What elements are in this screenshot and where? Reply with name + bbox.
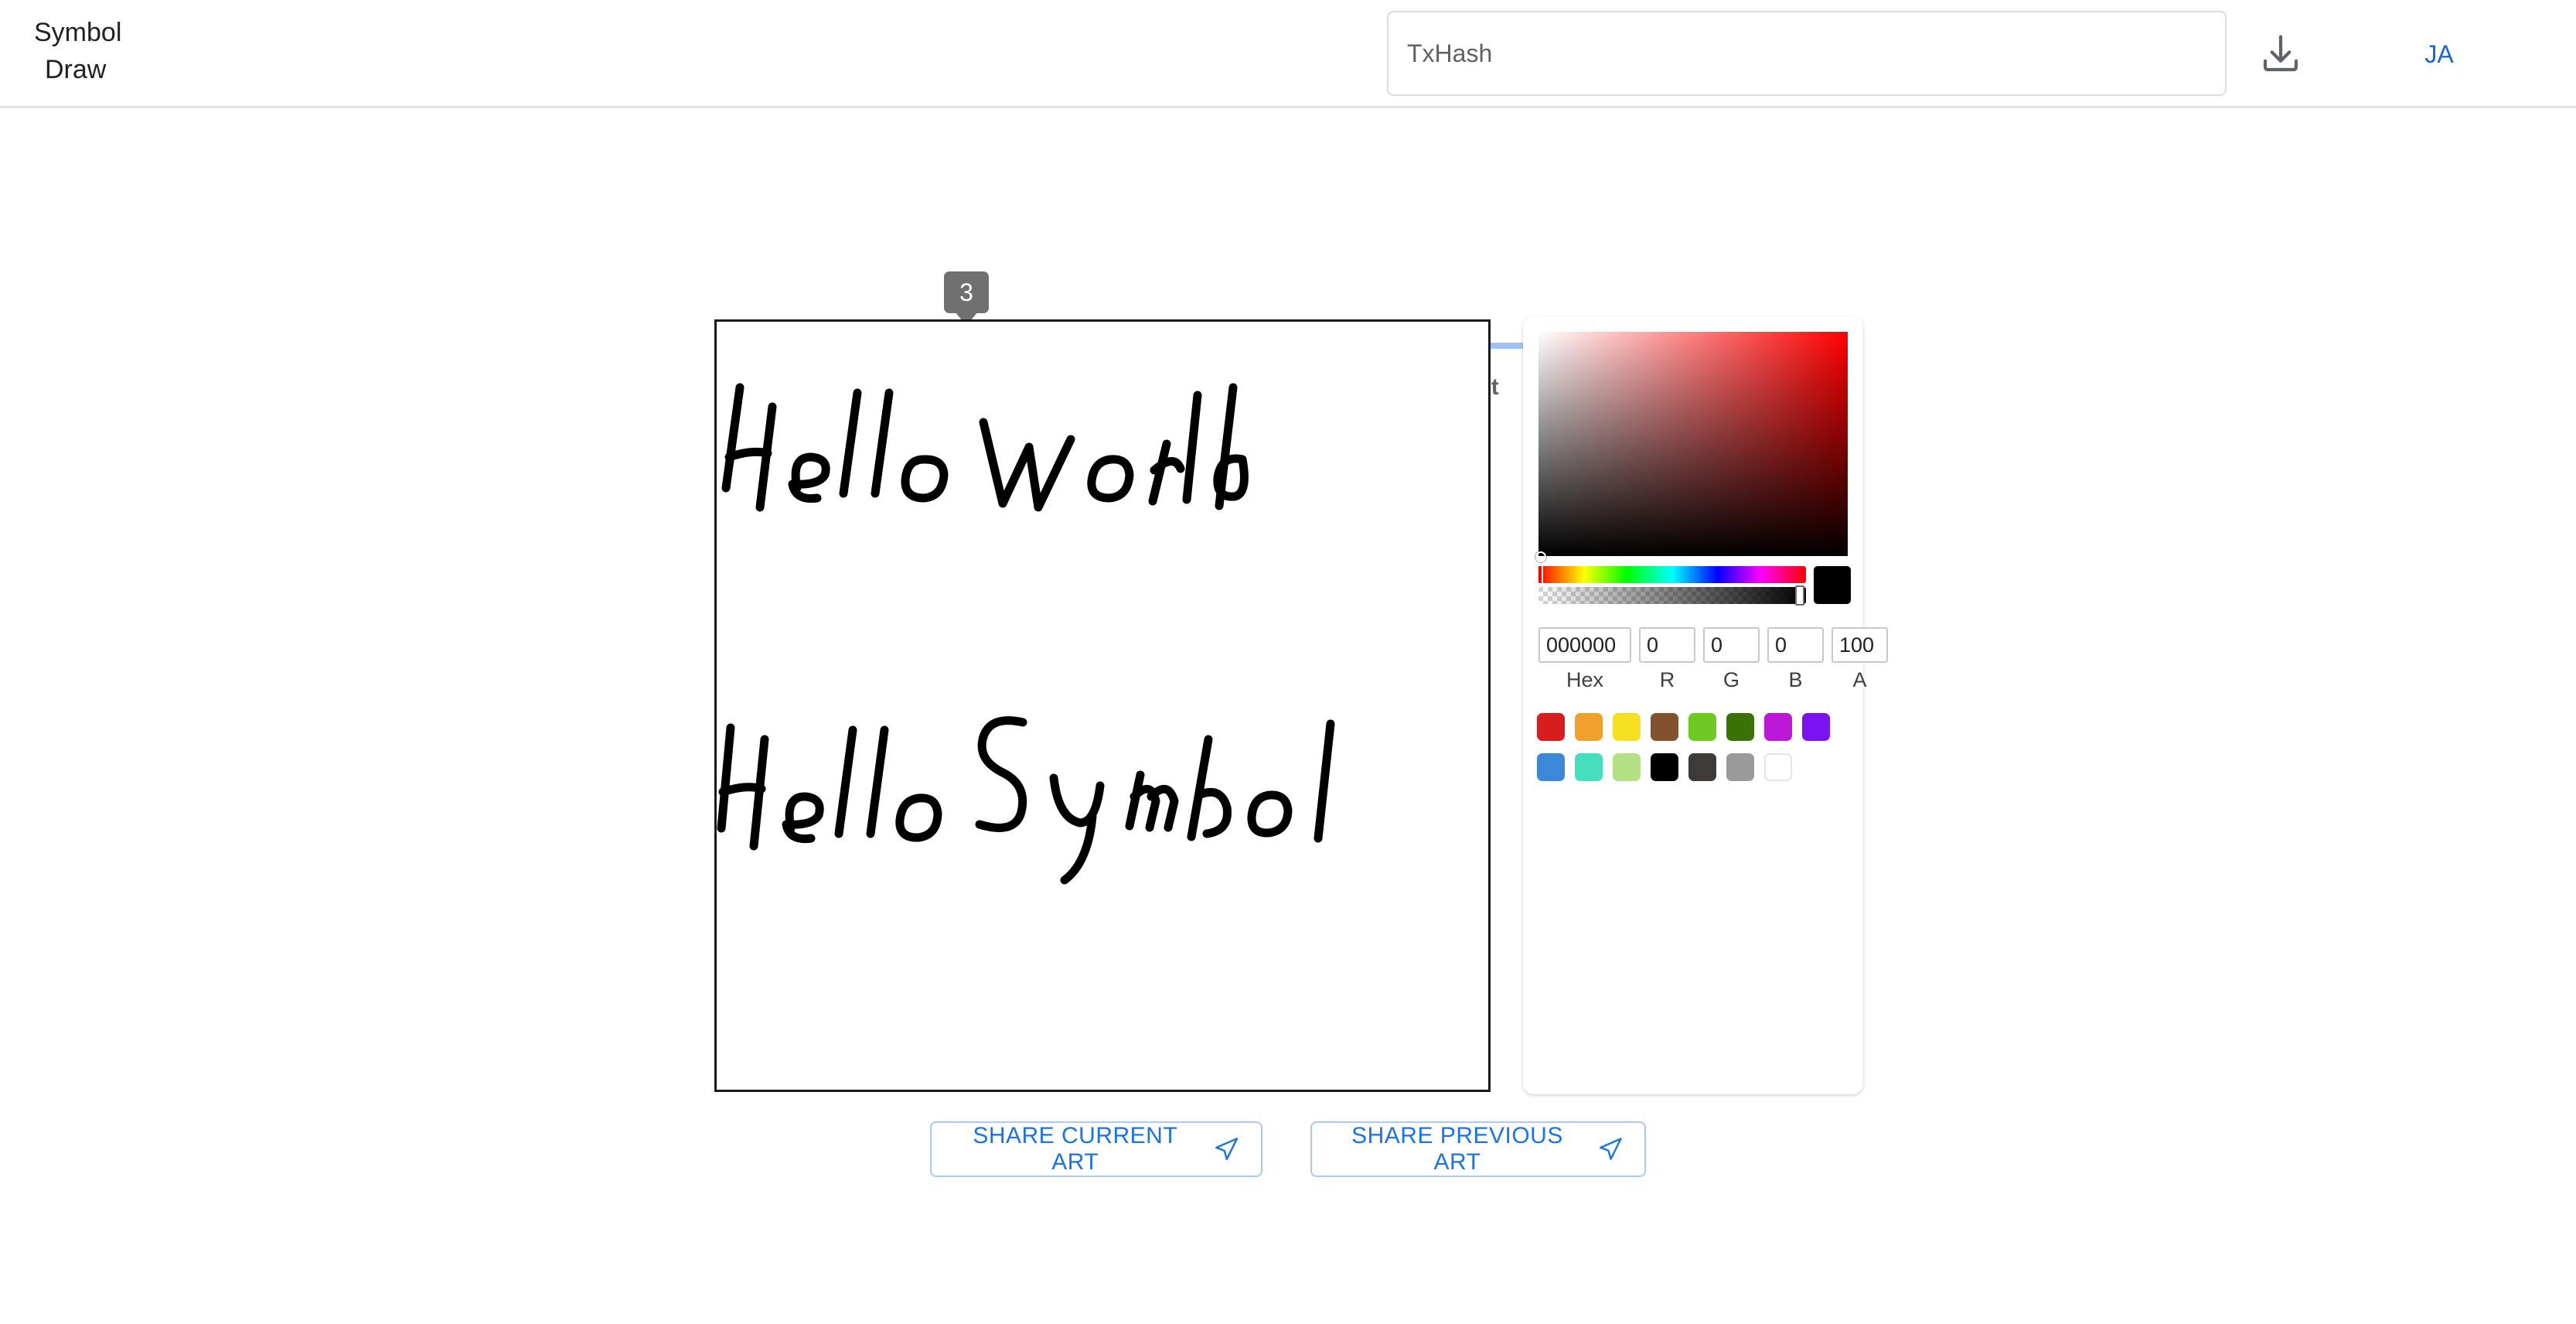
app-title-line-1: Symbol <box>34 18 122 47</box>
saturation-value-area[interactable] <box>1538 332 1848 556</box>
color-swatch-turquoise[interactable] <box>1575 753 1603 781</box>
txhash-input[interactable] <box>1387 11 2227 96</box>
color-swatch-black[interactable] <box>1651 753 1678 781</box>
red-label: R <box>1659 668 1675 691</box>
color-swatch-grid <box>1537 713 1849 793</box>
swatch-row <box>1537 753 1849 793</box>
download-icon <box>2263 35 2298 72</box>
drawing-canvas[interactable] <box>714 319 1491 1092</box>
color-swatch-blue[interactable] <box>1537 753 1565 781</box>
share-current-art-label: SHARE CURRENT ART <box>973 1123 1178 1175</box>
red-input[interactable] <box>1639 627 1695 663</box>
share-previous-art-button[interactable]: SHARE PREVIOUS ART <box>1310 1121 1646 1177</box>
color-swatch-light-green[interactable] <box>1688 713 1716 741</box>
color-picker-panel: Hex R G B A <box>1523 316 1888 1094</box>
alpha-label: A <box>1852 668 1867 691</box>
drawing-toolbar: 3 1pt 3pt 5pt 10pt 15pt 20pt <box>0 108 2576 400</box>
stroke-width-badge: 3 <box>944 271 989 313</box>
saturation-value-cursor[interactable] <box>1535 551 1546 562</box>
app-title-line-2: Draw <box>45 55 107 84</box>
app-title: Symbol Draw <box>34 14 121 88</box>
color-swatch-pale-green[interactable] <box>1613 753 1641 781</box>
hex-input[interactable] <box>1538 627 1631 663</box>
green-input[interactable] <box>1703 627 1760 663</box>
color-swatch-gray[interactable] <box>1726 753 1754 781</box>
alpha-slider[interactable] <box>1538 587 1806 604</box>
send-icon <box>1215 1138 1239 1160</box>
app-header: Symbol Draw JA <box>0 0 2576 108</box>
color-swatch-orange[interactable] <box>1575 713 1603 741</box>
green-label: G <box>1722 668 1739 691</box>
blue-input[interactable] <box>1767 627 1824 663</box>
color-swatch-white[interactable] <box>1764 753 1792 781</box>
color-swatch-red[interactable] <box>1537 713 1565 741</box>
color-swatch-magenta[interactable] <box>1764 713 1792 741</box>
color-swatch-yellow[interactable] <box>1613 713 1641 741</box>
share-previous-art-label: SHARE PREVIOUS ART <box>1351 1123 1563 1175</box>
share-current-art-button[interactable]: SHARE CURRENT ART <box>930 1121 1262 1177</box>
blue-label: B <box>1788 668 1803 691</box>
hex-label: Hex <box>1566 668 1603 691</box>
swatch-row <box>1537 713 1849 753</box>
color-preview-swatch <box>1814 566 1851 604</box>
hue-slider[interactable] <box>1538 566 1806 583</box>
alpha-slider-thumb[interactable] <box>1795 585 1804 606</box>
hue-slider-thumb[interactable] <box>1537 565 1543 585</box>
download-button[interactable] <box>2256 31 2305 77</box>
color-swatch-violet[interactable] <box>1802 713 1830 741</box>
alpha-input[interactable] <box>1831 627 1888 663</box>
color-swatch-dark-gray[interactable] <box>1688 753 1716 781</box>
account-button[interactable]: JA <box>2404 34 2474 74</box>
color-swatch-brown[interactable] <box>1651 713 1678 741</box>
canvas-strokes <box>717 383 1335 885</box>
send-icon <box>1600 1138 1622 1160</box>
color-swatch-dark-green[interactable] <box>1726 713 1754 741</box>
